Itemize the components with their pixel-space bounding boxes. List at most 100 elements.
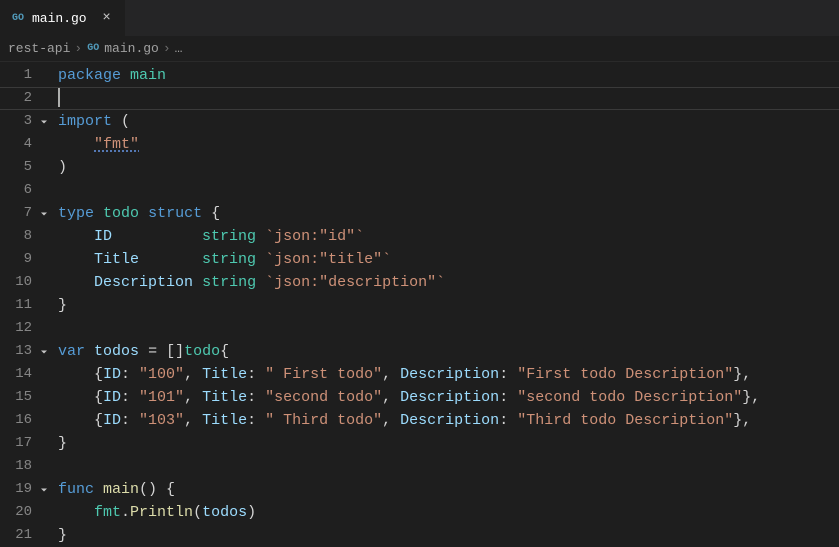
token: }	[58, 527, 67, 544]
token: " Third todo"	[265, 412, 382, 429]
line-number: 11	[0, 294, 58, 317]
token: Description	[94, 274, 193, 291]
fold-chevron-icon[interactable]	[36, 340, 52, 363]
token: {	[58, 389, 103, 406]
close-icon[interactable]: ×	[99, 10, 115, 26]
line-number: 17	[0, 432, 58, 455]
breadcrumb-file-label: main.go	[104, 41, 159, 56]
token	[121, 67, 130, 84]
tab-bar: GO main.go ×	[0, 0, 839, 36]
token: ,	[382, 412, 400, 429]
token	[94, 481, 103, 498]
code-line[interactable]: "fmt"	[58, 133, 839, 156]
code-line[interactable]: type todo struct {	[58, 202, 839, 225]
token: `json:"id"`	[265, 228, 364, 245]
token: () {	[139, 481, 175, 498]
code-line[interactable]: {ID: "103", Title: " Third todo", Descri…	[58, 409, 839, 432]
token: "second todo Description"	[517, 389, 742, 406]
code-line[interactable]	[58, 179, 839, 202]
line-number: 12	[0, 317, 58, 340]
line-number: 16	[0, 409, 58, 432]
code-line[interactable]: Title string `json:"title"`	[58, 248, 839, 271]
token	[112, 228, 202, 245]
text-cursor	[58, 88, 60, 107]
breadcrumb-root[interactable]: rest-api	[8, 41, 70, 56]
code-line[interactable]: {ID: "100", Title: " First todo", Descri…	[58, 363, 839, 386]
token: Title	[94, 251, 139, 268]
token: fmt	[94, 504, 121, 521]
code-area[interactable]: package main import ( "fmt") type todo str…	[58, 62, 839, 546]
chevron-right-icon: ›	[163, 41, 171, 56]
token: {	[58, 412, 103, 429]
code-line[interactable]: import (	[58, 110, 839, 133]
code-line[interactable]: }	[58, 432, 839, 455]
token	[256, 274, 265, 291]
line-number: 14	[0, 363, 58, 386]
code-line[interactable]: )	[58, 156, 839, 179]
token: todos	[94, 343, 139, 360]
token: "First todo Description"	[517, 366, 733, 383]
token: :	[121, 412, 139, 429]
token: },	[742, 389, 760, 406]
token: todo	[103, 205, 139, 222]
token: {	[220, 343, 229, 360]
fold-chevron-icon[interactable]	[36, 202, 52, 225]
token: :	[121, 389, 139, 406]
token	[58, 136, 94, 153]
go-file-icon: GO	[86, 42, 100, 56]
line-number: 8	[0, 225, 58, 248]
token: ID	[94, 228, 112, 245]
tab-main-go[interactable]: GO main.go ×	[0, 0, 126, 36]
line-number: 4	[0, 133, 58, 156]
token: )	[58, 159, 67, 176]
token	[139, 251, 202, 268]
line-number: 2	[0, 87, 58, 110]
token	[58, 274, 94, 291]
code-line[interactable]: }	[58, 294, 839, 317]
token: =	[148, 343, 157, 360]
line-number: 21	[0, 524, 58, 547]
code-line[interactable]	[58, 317, 839, 340]
code-line[interactable]: Description string `json:"description"`	[58, 271, 839, 294]
line-number: 20	[0, 501, 58, 524]
code-line[interactable]: fmt.Println(todos)	[58, 501, 839, 524]
code-line[interactable]: ID string `json:"id"`	[58, 225, 839, 248]
token: ,	[184, 412, 202, 429]
token	[94, 205, 103, 222]
fold-chevron-icon[interactable]	[36, 110, 52, 133]
code-line[interactable]	[58, 87, 839, 110]
breadcrumb-more[interactable]: …	[175, 41, 183, 56]
token: :	[499, 366, 517, 383]
chevron-right-icon: ›	[74, 41, 82, 56]
code-line[interactable]	[58, 455, 839, 478]
token: "100"	[139, 366, 184, 383]
token: func	[58, 481, 94, 498]
token: Description	[400, 389, 499, 406]
line-number: 18	[0, 455, 58, 478]
breadcrumb-file[interactable]: GO main.go	[86, 41, 159, 56]
code-line[interactable]: }	[58, 524, 839, 547]
token: Title	[202, 412, 247, 429]
token: "101"	[139, 389, 184, 406]
code-editor[interactable]: 123456789101112131415161718192021 packag…	[0, 62, 839, 546]
line-number: 7	[0, 202, 58, 225]
token: Description	[400, 366, 499, 383]
token	[139, 205, 148, 222]
token	[85, 343, 94, 360]
code-line[interactable]: var todos = []todo{	[58, 340, 839, 363]
code-line[interactable]: func main() {	[58, 478, 839, 501]
token: :	[247, 389, 265, 406]
token: main	[103, 481, 139, 498]
token: Description	[400, 412, 499, 429]
token: ID	[103, 412, 121, 429]
token: []	[157, 343, 184, 360]
token: type	[58, 205, 94, 222]
token	[193, 274, 202, 291]
code-line[interactable]: {ID: "101", Title: "second todo", Descri…	[58, 386, 839, 409]
go-file-icon: GO	[10, 10, 26, 26]
token	[58, 228, 94, 245]
token: ,	[184, 389, 202, 406]
fold-chevron-icon[interactable]	[36, 478, 52, 501]
token: (	[193, 504, 202, 521]
code-line[interactable]: package main	[58, 64, 839, 87]
